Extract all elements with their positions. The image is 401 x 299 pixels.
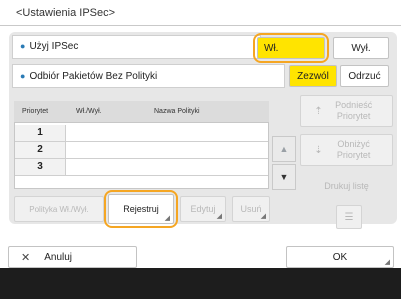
row-number: 1: [15, 125, 66, 141]
bullet-icon: ●: [20, 41, 26, 51]
policy-onoff-label: Polityka Wł./Wył.: [29, 204, 89, 214]
col-onoff: Wł./Wył.: [76, 108, 102, 115]
table-row[interactable]: 3: [15, 159, 268, 176]
ok-button[interactable]: OK ◢: [286, 246, 394, 268]
raise-priority-label: Podnieść Priorytet: [335, 100, 373, 121]
table-header: Priorytet Wł./Wył. Nazwa Polityki: [14, 101, 269, 123]
raise-priority-button[interactable]: ⇡ Podnieść Priorytet: [300, 95, 393, 127]
allow-button[interactable]: Zezwól: [289, 65, 337, 87]
corner-arrow-icon: ◢: [164, 215, 170, 222]
edit-button[interactable]: Edytuj ◢: [180, 196, 226, 222]
ok-label: OK: [332, 251, 348, 263]
scroll-up-button[interactable]: ▲: [272, 136, 296, 162]
lower-priority-label: Obniżyć Priorytet: [336, 139, 371, 160]
row-number: 2: [15, 142, 66, 158]
corner-arrow-icon: ◢: [384, 259, 390, 266]
policy-onoff-button[interactable]: Polityka Wł./Wył.: [14, 196, 104, 222]
corner-arrow-icon: ◢: [216, 213, 222, 220]
allow-label: Zezwól: [297, 70, 329, 82]
print-list-button[interactable]: ☰: [336, 205, 362, 229]
corner-arrow-icon: ◢: [260, 213, 266, 220]
row-number: 3: [15, 159, 66, 175]
lower-icon: ⇣: [314, 144, 323, 156]
table-row[interactable]: 2: [15, 142, 268, 159]
close-icon: ✕: [21, 251, 31, 264]
status-bar: [0, 268, 401, 299]
col-policy-name: Nazwa Polityki: [154, 108, 200, 115]
scroll-down-button[interactable]: ▼: [272, 164, 296, 190]
bullet-icon: ●: [20, 71, 26, 81]
reject-label: Odrzuć: [348, 70, 381, 82]
page-title: <Ustawienia IPSec>: [16, 7, 116, 19]
delete-button[interactable]: Usuń ◢: [232, 196, 270, 222]
ipsec-off-button[interactable]: Wył.: [333, 37, 389, 59]
lower-priority-button[interactable]: ⇣ Obniżyć Priorytet: [300, 134, 393, 166]
col-priority: Priorytet: [22, 108, 49, 115]
ipsec-on-button[interactable]: Wł.: [257, 37, 325, 59]
print-list-label: Drukuj listę: [324, 181, 369, 191]
chevron-up-icon: ▲: [279, 144, 289, 154]
policy-receive-label: Odbiór Pakietów Bez Polityki: [29, 71, 158, 82]
table-scrollbar: ▲ ▼: [272, 136, 296, 190]
title-divider: [0, 25, 401, 26]
use-ipsec-label-wrap: ● Użyj IPSec: [20, 41, 78, 52]
printer-icon: ☰: [344, 211, 354, 223]
ipsec-on-label: Wł.: [264, 42, 279, 54]
reject-button[interactable]: Odrzuć: [340, 65, 389, 87]
ipsec-off-label: Wył.: [351, 42, 371, 54]
policy-receive-label-wrap: ● Odbiór Pakietów Bez Polityki: [20, 71, 157, 82]
use-ipsec-label: Użyj IPSec: [29, 41, 79, 52]
register-label: Rejestruj: [123, 204, 159, 214]
register-button[interactable]: Rejestruj ◢: [108, 194, 174, 224]
cancel-label: Anuluj: [44, 251, 73, 263]
chevron-down-icon: ▼: [279, 172, 289, 182]
cancel-button[interactable]: ✕ Anuluj: [8, 246, 137, 268]
raise-icon: ⇡: [314, 105, 323, 117]
edit-label: Edytuj: [190, 204, 216, 214]
delete-label: Usuń: [240, 204, 262, 214]
table-row[interactable]: 1: [15, 125, 268, 142]
